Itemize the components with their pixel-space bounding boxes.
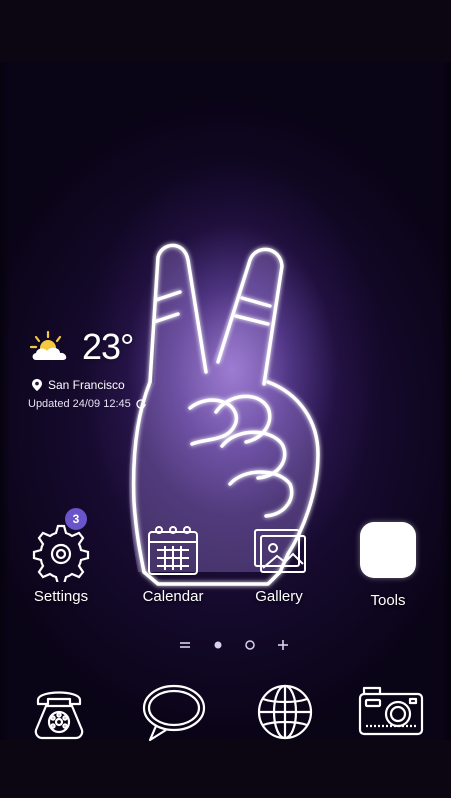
home-screen: 23° San Francisco Updated 24/09 12:45 3 … [0, 0, 451, 798]
app-label-gallery: Gallery [255, 588, 303, 605]
page-dot [245, 640, 255, 650]
app-tools-folder[interactable]: Tools [343, 518, 433, 609]
notification-badge: 3 [65, 508, 87, 530]
status-bar-area [0, 0, 451, 62]
app-label-tools: Tools [370, 592, 406, 609]
app-label-calendar: Calendar [142, 588, 204, 605]
internet-globe-icon[interactable] [250, 680, 320, 744]
weather-widget[interactable]: 23° San Francisco Updated 24/09 12:45 [28, 324, 208, 410]
gear-icon [32, 524, 90, 586]
temperature: 23° [82, 326, 134, 367]
calendar-icon [148, 526, 198, 575]
updated-time: Updated 24/09 12:45 [28, 398, 131, 410]
location-label: San Francisco [48, 378, 125, 392]
tools-folder-icon [360, 522, 416, 578]
app-settings[interactable]: 3 Settings [16, 508, 106, 605]
right-edge-shadow [441, 62, 451, 740]
left-edge-shadow [0, 62, 10, 740]
app-gallery[interactable]: Gallery [234, 518, 324, 605]
messages-icon[interactable] [138, 680, 208, 744]
add-page-icon [278, 640, 288, 650]
page-indicator[interactable] [176, 637, 296, 653]
app-label-settings: Settings [33, 588, 89, 605]
app-calendar[interactable]: Calendar [128, 518, 218, 605]
page-dot-menu [180, 642, 190, 648]
refresh-icon[interactable] [135, 398, 147, 410]
phone-icon[interactable] [24, 680, 94, 744]
partly-cloudy-icon [29, 330, 67, 360]
gallery-icon [254, 529, 306, 573]
page-dot-current [214, 641, 222, 649]
navigation-bar-area [0, 740, 451, 798]
location-pin-icon [32, 379, 42, 391]
camera-icon[interactable] [356, 680, 426, 744]
